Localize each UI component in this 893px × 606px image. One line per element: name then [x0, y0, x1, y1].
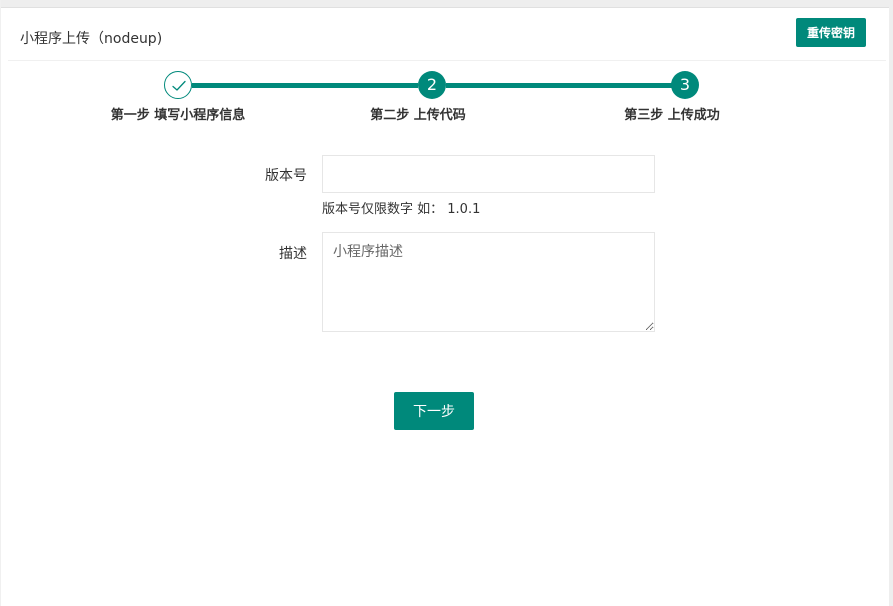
progress-steps: 2 3 第一步 填写小程序信息 第二步 上传代码 第三步 上传成功 — [8, 70, 886, 140]
step-3-circle: 3 — [671, 71, 699, 99]
right-scroll-gutter — [889, 0, 893, 606]
description-textarea[interactable] — [322, 232, 655, 332]
step-2-circle: 2 — [418, 71, 446, 99]
step-1-circle — [164, 71, 192, 99]
description-label: 描述 — [279, 246, 307, 262]
page-title: 小程序上传（nodeup) — [20, 31, 163, 47]
version-input[interactable] — [322, 155, 655, 193]
card-header: 小程序上传（nodeup) 重传密钥 — [8, 10, 886, 61]
step-3-label: 第三步 上传成功 — [624, 108, 720, 123]
left-edge — [0, 0, 1, 606]
step-1-label: 第一步 填写小程序信息 — [110, 108, 246, 123]
step-connector-1 — [192, 83, 418, 88]
step-connector-2 — [446, 83, 672, 88]
version-hint: 版本号仅限数字 如： 1.0.1 — [322, 202, 481, 217]
top-tab-strip — [0, 0, 893, 8]
upload-card: 小程序上传（nodeup) 重传密钥 2 3 第一步 填写小程序信息 第二步 上… — [8, 10, 886, 606]
reset-key-button[interactable]: 重传密钥 — [796, 18, 866, 47]
step-2-label: 第二步 上传代码 — [370, 108, 466, 123]
check-icon — [172, 80, 186, 91]
next-step-button[interactable]: 下一步 — [394, 392, 474, 430]
version-label: 版本号 — [265, 168, 307, 184]
